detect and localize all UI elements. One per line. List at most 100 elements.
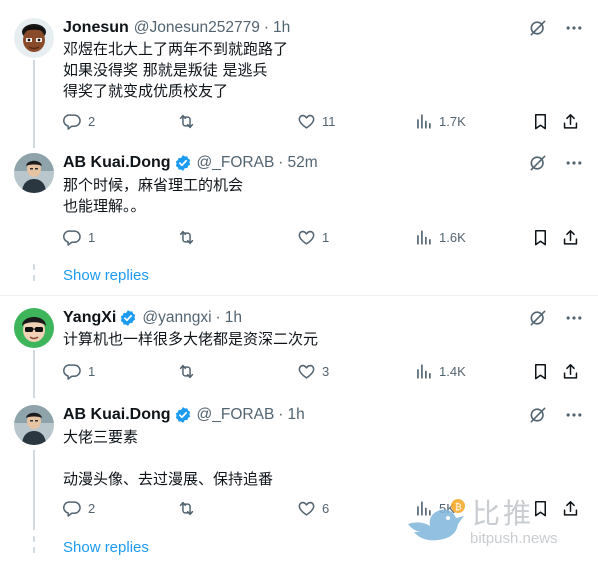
like-count: 1 [322,230,330,245]
timestamp[interactable]: 1h [273,19,290,37]
more-icon[interactable] [564,405,584,425]
retweet-icon [177,228,196,247]
avatar[interactable] [14,153,54,193]
avatar[interactable] [14,308,54,348]
reply-icon [63,112,82,131]
share-icon [561,228,580,247]
tweet-text-line [63,448,273,469]
reply-button[interactable]: 2 [63,112,95,131]
reply-icon [63,499,82,518]
tweet-yangxi[interactable]: YangXi @yanngxi · 1h 计算机也一样很多大佬都是资深二次元 1… [0,308,598,388]
tweet-header: AB Kuai.Dong @_FORAB · 52m [63,153,318,173]
like-icon [297,228,316,247]
verified-badge-icon [174,154,192,172]
bookmark-button[interactable] [531,228,550,247]
tweet-text-line: 计算机也一样很多大佬都是资深二次元 [63,330,319,348]
retweet-button[interactable] [177,112,202,131]
retweet-button[interactable] [177,499,202,518]
bookmark-button[interactable] [531,112,550,131]
tweet-text: 大佬三要素 动漫头像、去过漫展、保持追番 [63,427,273,490]
like-button[interactable]: 1 [297,228,329,247]
user-handle[interactable]: @Jonesun252779 [134,19,260,37]
separator-dot: · [263,19,270,36]
views-button[interactable]: 1.7K [414,112,466,131]
like-button[interactable]: 11 [297,112,336,131]
divider [0,295,598,296]
display-name[interactable]: Jonesun [63,19,129,37]
share-button[interactable] [561,112,580,131]
tweet-kuaidong-1[interactable]: AB Kuai.Dong @_FORAB · 52m 那个时候，麻省理工的机会 … [0,153,598,293]
bitpush-watermark: ₿ 比推 bitpush.news [400,492,590,552]
show-replies-link[interactable]: Show replies [63,267,149,284]
tweet-text-line: 大佬三要素 [63,428,139,446]
thread-line [33,350,35,398]
views-icon [414,362,433,381]
tweet-text: 那个时候，麻省理工的机会 也能理解。。 [63,175,243,217]
avatar[interactable] [14,405,54,445]
like-count: 11 [322,114,336,129]
user-handle[interactable]: @yanngxi [142,309,211,327]
reply-button[interactable]: 1 [63,362,95,381]
tweet-header: YangXi @yanngxi · 1h [63,308,242,328]
tweet-jonesun[interactable]: Jonesun @Jonesun252779 · 1h 邓煜在北大上了两年不到就… [0,18,598,138]
show-replies-link[interactable]: Show replies [63,539,149,556]
reply-button[interactable]: 2 [63,499,95,518]
tweet-top-icons [528,405,584,425]
tweet-top-icons [528,308,584,328]
display-name[interactable]: YangXi [63,309,116,327]
retweet-button[interactable] [177,362,202,381]
retweet-icon [177,112,196,131]
bird-logo-icon: ₿ [408,499,465,541]
share-icon [561,112,580,131]
timestamp[interactable]: 1h [287,406,304,424]
views-button[interactable]: 1.4K [414,362,466,381]
bookmark-icon [531,112,550,131]
reply-count: 1 [88,364,96,379]
tweet-text-line: 那个时候，麻省理工的机会 [63,176,244,194]
grok-icon[interactable] [528,18,548,38]
like-count: 3 [322,364,330,379]
tweet-actions: 1 3 1.4K [63,362,583,384]
share-icon [561,362,580,381]
watermark-cn: 比推 [472,497,535,530]
timestamp[interactable]: 1h [225,309,242,327]
like-button[interactable]: 3 [297,362,329,381]
views-button[interactable]: 1.6K [414,228,466,247]
grok-icon[interactable] [528,308,548,328]
avatar[interactable] [14,18,54,58]
svg-text:₿: ₿ [455,502,462,513]
like-button[interactable]: 6 [297,499,329,518]
separator-dot: · [278,406,284,423]
more-icon[interactable] [564,153,584,173]
views-count: 1.6K [439,230,466,245]
like-icon [297,499,316,518]
like-count: 6 [322,501,330,516]
user-handle[interactable]: @_FORAB [197,154,275,172]
more-icon[interactable] [564,308,584,328]
grok-icon[interactable] [528,153,548,173]
tweet-header: AB Kuai.Dong @_FORAB · 1h [63,405,305,425]
retweet-button[interactable] [177,228,202,247]
retweet-icon [177,362,196,381]
bookmark-button[interactable] [531,362,550,381]
tweet-text-line: 得奖了就变成优质校友了 [63,82,229,100]
share-button[interactable] [561,362,580,381]
thread-dots [30,536,38,558]
grok-icon[interactable] [528,405,548,425]
verified-badge-icon [119,309,137,327]
share-button[interactable] [561,228,580,247]
tweet-actions: 2 11 1.7K [63,112,583,134]
views-count: 1.7K [439,114,466,129]
display-name[interactable]: AB Kuai.Dong [63,154,171,172]
tweet-top-icons [528,153,584,173]
user-handle[interactable]: @_FORAB [197,406,275,424]
timestamp[interactable]: 52m [287,154,317,172]
tweet-header: Jonesun @Jonesun252779 · 1h [63,18,290,38]
reply-button[interactable]: 1 [63,228,95,247]
tweet-actions: 1 1 1.6K [63,228,583,250]
display-name[interactable]: AB Kuai.Dong [63,406,171,424]
more-icon[interactable] [564,18,584,38]
thread-dots [30,264,38,286]
reply-icon [63,362,82,381]
reply-count: 2 [88,114,96,129]
